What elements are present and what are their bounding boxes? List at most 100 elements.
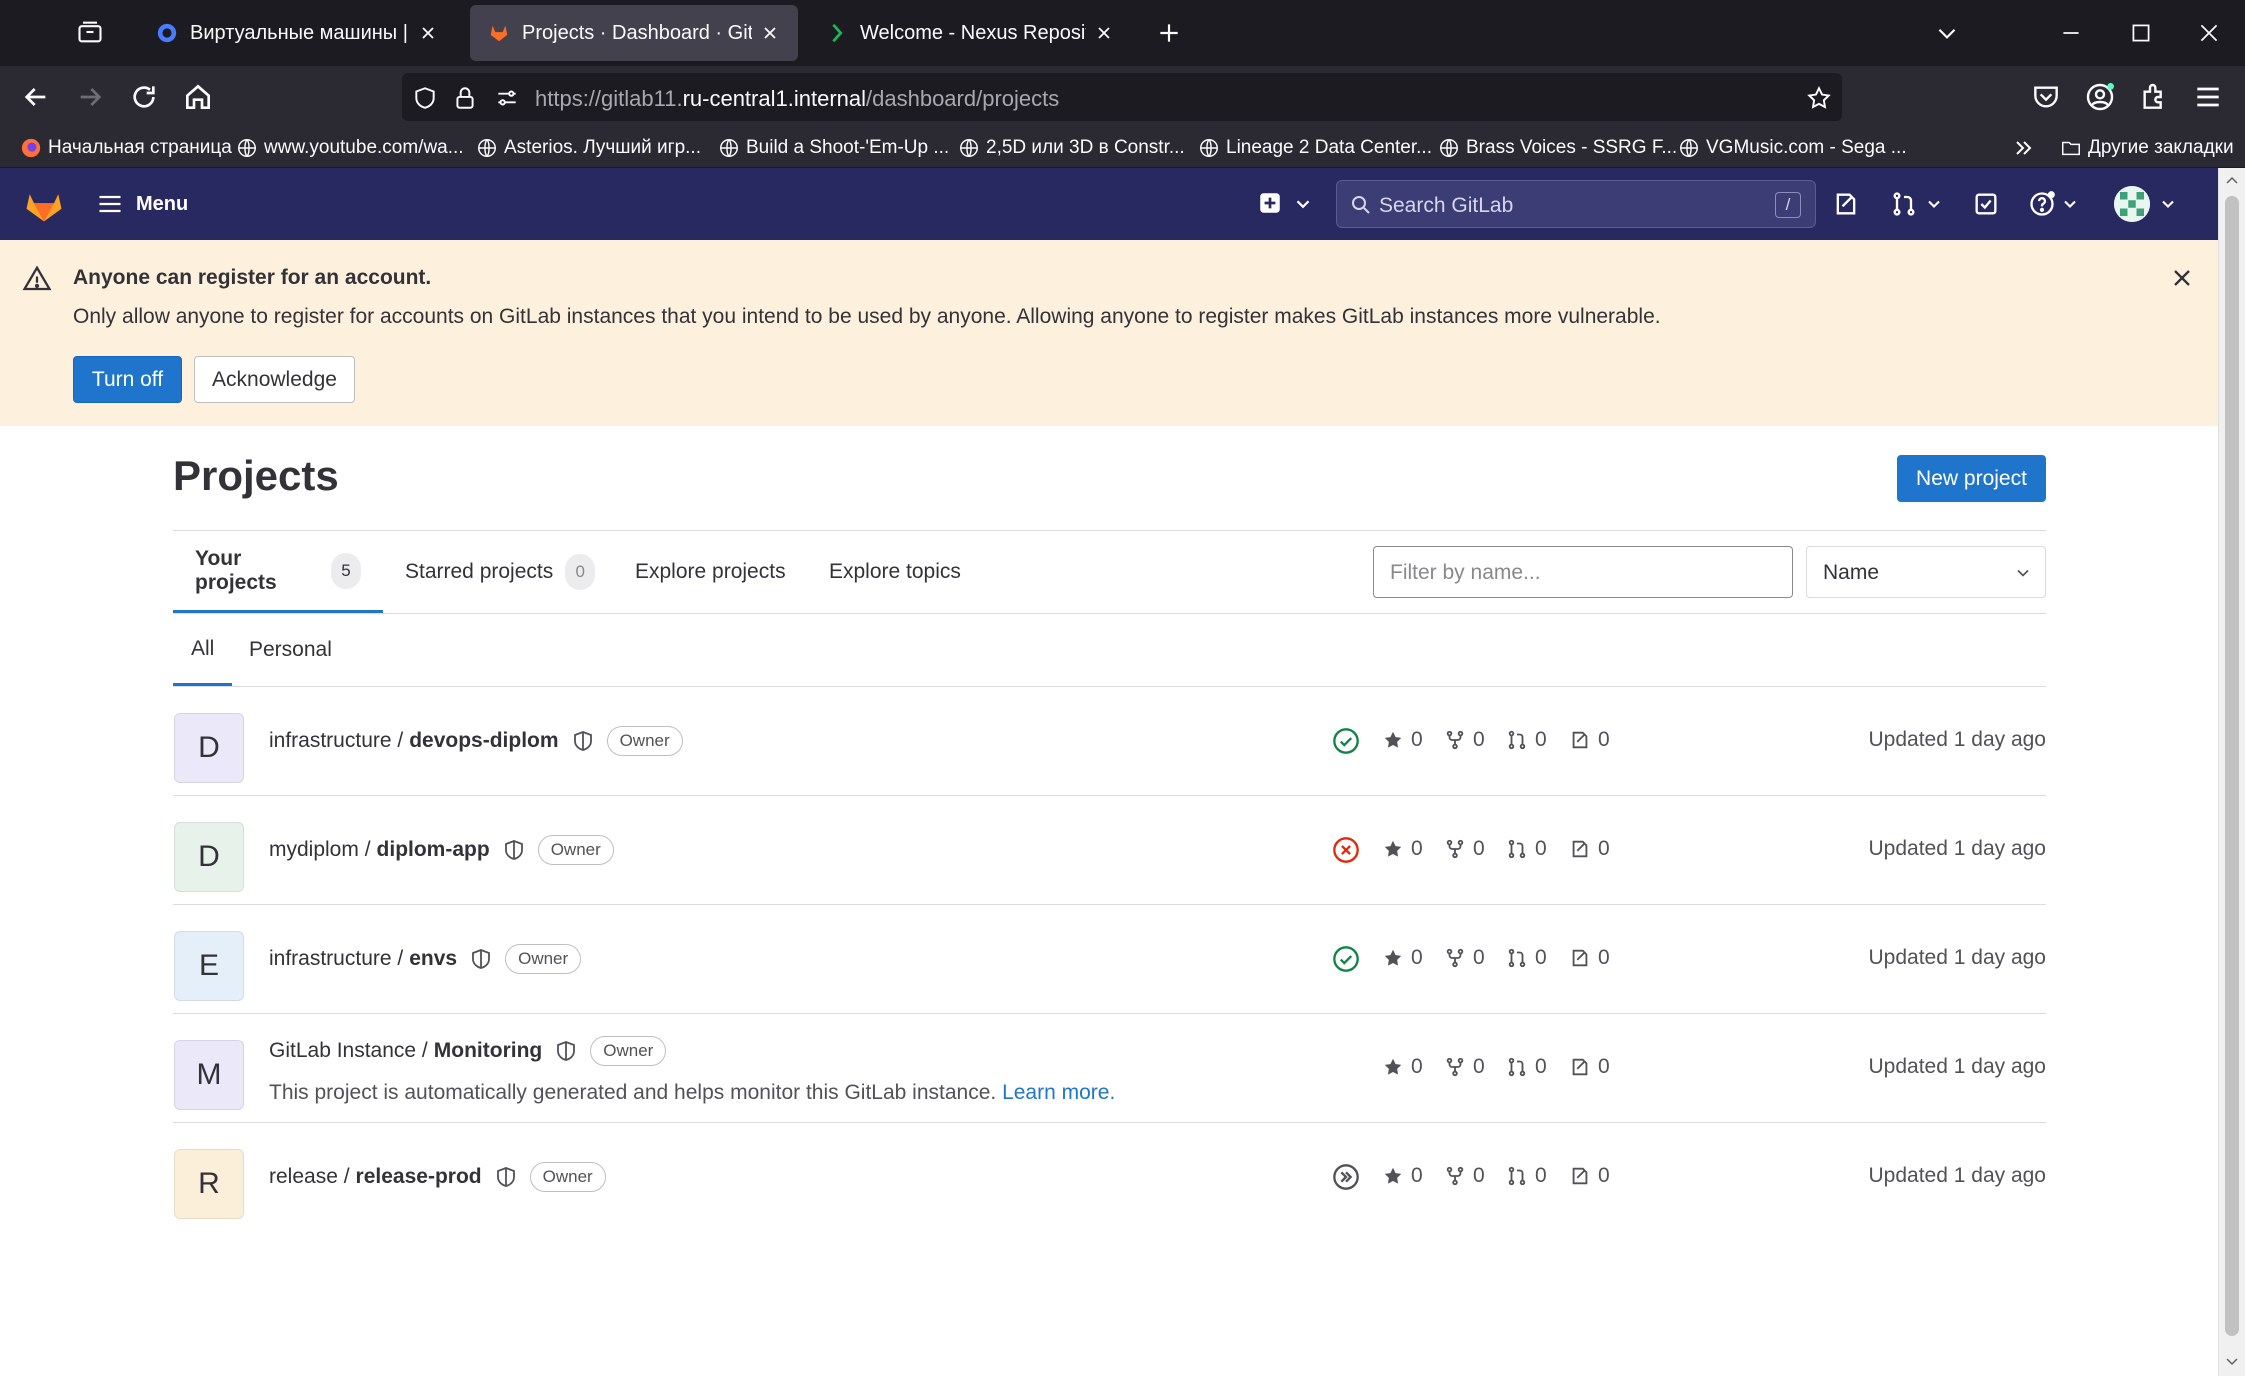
create-new-icon[interactable]	[1257, 190, 1283, 216]
close-tab-icon[interactable]	[1094, 23, 1114, 43]
pipeline-passed-icon[interactable]	[1332, 945, 1360, 973]
issues-count[interactable]: 0	[1569, 1055, 1610, 1079]
permissions-icon[interactable]	[494, 85, 520, 111]
forks-count[interactable]: 0	[1444, 1055, 1485, 1079]
learn-more-link[interactable]: Learn more.	[1002, 1081, 1115, 1104]
tab-all[interactable]: All	[173, 614, 233, 686]
acknowledge-button[interactable]: Acknowledge	[194, 356, 355, 403]
bookmark-item[interactable]: Lineage 2 Data Center...	[1198, 136, 1432, 160]
project-avatar[interactable]: M	[174, 1040, 244, 1110]
browser-tab-gitlab[interactable]: Projects · Dashboard · GitLab	[470, 5, 798, 61]
tab-explore-topics[interactable]: Explore topics	[807, 531, 983, 613]
bookmark-item[interactable]: Asterios. Лучший игр...	[476, 136, 701, 160]
project-name-link[interactable]: release-prod	[356, 1165, 482, 1189]
bookmark-item[interactable]: Build a Shoot-'Em-Up ...	[718, 136, 949, 160]
forward-icon[interactable]	[74, 81, 106, 113]
stars-count[interactable]: 0	[1382, 1055, 1423, 1079]
project-namespace[interactable]: infrastructure /	[269, 947, 403, 971]
issues-count[interactable]: 0	[1569, 1164, 1610, 1188]
chevron-down-icon[interactable]	[1292, 193, 1314, 215]
project-avatar[interactable]: R	[174, 1149, 244, 1219]
bookmark-item[interactable]: Brass Voices - SSRG F...	[1438, 136, 1677, 160]
list-all-tabs-icon[interactable]	[1934, 20, 1960, 46]
todos-icon[interactable]	[1972, 190, 2000, 218]
issues-count[interactable]: 0	[1569, 837, 1610, 861]
issues-icon[interactable]	[1832, 190, 1860, 218]
merge-requests-count[interactable]: 0	[1506, 1055, 1547, 1079]
project-avatar[interactable]: D	[174, 822, 244, 892]
pocket-icon[interactable]	[2030, 81, 2062, 113]
merge-requests-count[interactable]: 0	[1506, 946, 1547, 970]
menu-button[interactable]: Menu	[96, 188, 188, 220]
new-project-button[interactable]: New project	[1897, 455, 2046, 502]
extensions-icon[interactable]	[2138, 81, 2170, 113]
project-name-link[interactable]: envs	[409, 947, 457, 971]
project-name-link[interactable]: devops-diplom	[409, 729, 558, 753]
forks-count[interactable]: 0	[1444, 1164, 1485, 1188]
merge-requests-icon[interactable]	[1890, 190, 1918, 218]
tracking-protection-icon[interactable]	[412, 85, 438, 111]
bookmark-item[interactable]: 2,5D или 3D в Constr...	[958, 136, 1185, 160]
project-name-link[interactable]: Monitoring	[434, 1039, 542, 1063]
close-tab-icon[interactable]	[418, 23, 438, 43]
issues-count[interactable]: 0	[1569, 728, 1610, 752]
project-namespace[interactable]: mydiplom /	[269, 838, 371, 862]
back-icon[interactable]	[20, 81, 52, 113]
forks-count[interactable]: 0	[1444, 946, 1485, 970]
chevron-down-icon[interactable]	[2060, 194, 2080, 214]
page-scrollbar[interactable]	[2218, 168, 2245, 1376]
bookmark-item[interactable]: www.youtube.com/wa...	[236, 136, 464, 160]
more-bookmarks-icon[interactable]	[2012, 136, 2036, 160]
issues-count[interactable]: 0	[1569, 946, 1610, 970]
maximize-icon[interactable]	[2128, 20, 2154, 46]
home-icon[interactable]	[182, 81, 214, 113]
close-icon[interactable]	[2168, 264, 2196, 292]
stars-count[interactable]: 0	[1382, 1164, 1423, 1188]
merge-requests-count[interactable]: 0	[1506, 837, 1547, 861]
browser-tab-nexus[interactable]: Welcome - Nexus Repository M	[808, 5, 1132, 61]
bookmark-item[interactable]: Начальная страница	[20, 136, 232, 160]
merge-requests-count[interactable]: 0	[1506, 728, 1547, 752]
chevron-down-icon[interactable]	[2158, 194, 2178, 214]
stars-count[interactable]: 0	[1382, 837, 1423, 861]
stars-count[interactable]: 0	[1382, 728, 1423, 752]
lock-warning-icon[interactable]	[452, 85, 478, 111]
tab-personal[interactable]: Personal	[231, 614, 350, 686]
tab-explore-projects[interactable]: Explore projects	[613, 531, 808, 613]
forks-count[interactable]: 0	[1444, 728, 1485, 752]
other-bookmarks-folder[interactable]: Другие закладки	[2060, 136, 2234, 160]
bookmark-item[interactable]: VGMusic.com - Sega ...	[1678, 136, 1907, 160]
gitlab-logo-icon[interactable]	[22, 182, 66, 226]
forks-count[interactable]: 0	[1444, 837, 1485, 861]
scrollbar-thumb[interactable]	[2225, 196, 2239, 1336]
tab-list-icon[interactable]	[76, 18, 104, 46]
chevron-down-icon[interactable]	[1924, 194, 1944, 214]
project-namespace[interactable]: GitLab Instance /	[269, 1039, 428, 1063]
reload-icon[interactable]	[128, 81, 160, 113]
close-window-icon[interactable]	[2196, 20, 2222, 46]
project-namespace[interactable]: release /	[269, 1165, 350, 1189]
pipeline-passed-icon[interactable]	[1332, 727, 1360, 755]
account-icon[interactable]	[2084, 81, 2116, 113]
filter-by-name-input[interactable]: Filter by name...	[1373, 546, 1793, 598]
sort-dropdown[interactable]: Name	[1806, 546, 2046, 598]
project-avatar[interactable]: E	[174, 931, 244, 1001]
project-avatar[interactable]: D	[174, 713, 244, 783]
browser-tab-yandex[interactable]: Виртуальные машины | Yandex	[138, 5, 456, 61]
pipeline-skipped-icon[interactable]	[1332, 1163, 1360, 1191]
scroll-down-icon[interactable]	[2225, 1354, 2239, 1368]
project-namespace[interactable]: infrastructure /	[269, 729, 403, 753]
scroll-up-icon[interactable]	[2225, 174, 2239, 188]
help-icon[interactable]	[2028, 190, 2056, 218]
new-tab-icon[interactable]	[1156, 20, 1182, 46]
user-avatar[interactable]	[2114, 186, 2150, 222]
turn-off-button[interactable]: Turn off	[73, 356, 182, 403]
pipeline-failed-icon[interactable]	[1332, 836, 1360, 864]
stars-count[interactable]: 0	[1382, 946, 1423, 970]
close-tab-icon[interactable]	[760, 23, 780, 43]
app-menu-icon[interactable]	[2192, 81, 2224, 113]
minimize-icon[interactable]	[2058, 20, 2084, 46]
bookmark-star-icon[interactable]	[1806, 85, 1832, 111]
search-gitlab-input[interactable]: Search GitLab /	[1336, 180, 1816, 228]
project-name-link[interactable]: diplom-app	[377, 838, 490, 862]
